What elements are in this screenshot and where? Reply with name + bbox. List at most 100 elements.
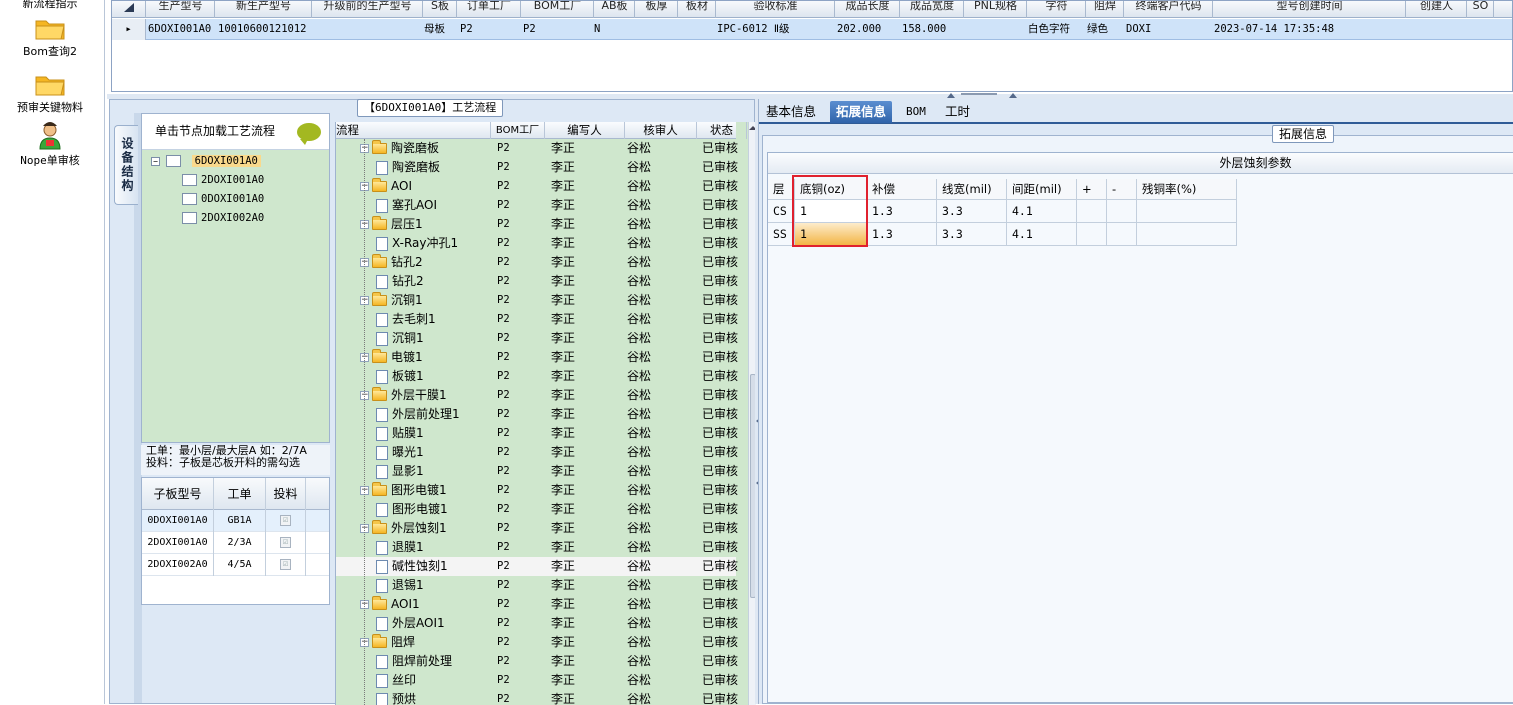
tree-node[interactable]: 2DOXI001A0: [182, 174, 264, 186]
cell-reviewer[interactable]: 谷松: [627, 614, 651, 633]
cell-writer[interactable]: 李正: [551, 367, 575, 386]
table-row[interactable]: −AOI1P2李正谷松已审核: [336, 595, 736, 614]
tab-extended-info[interactable]: 拓展信息: [830, 101, 892, 123]
table-row[interactable]: 去毛刺1P2李正谷松已审核: [336, 310, 736, 329]
cell-solder[interactable]: 绿色: [1087, 19, 1108, 40]
cell-check[interactable]: ☑: [266, 510, 306, 532]
cell-bom-factory[interactable]: P2: [497, 234, 510, 253]
cell-status[interactable]: 已审核: [702, 253, 738, 272]
cell-process[interactable]: 阻焊前处理: [376, 652, 452, 671]
table-row[interactable]: 塞孔AOIP2李正谷松已审核: [336, 196, 736, 215]
nav-item-key-material[interactable]: 预审关键物料: [0, 71, 100, 115]
cell-order-factory[interactable]: P2: [460, 19, 473, 40]
cell-writer[interactable]: 李正: [551, 671, 575, 690]
col-header[interactable]: 升级前的生产型号: [313, 1, 423, 18]
cell-status[interactable]: 已审核: [702, 348, 738, 367]
cell-writer[interactable]: 李正: [551, 348, 575, 367]
table-row[interactable]: 沉铜1P2李正谷松已审核: [336, 329, 736, 348]
cell-reviewer[interactable]: 谷松: [627, 158, 651, 177]
col-header[interactable]: 生产型号: [147, 1, 215, 18]
table-row[interactable]: −陶瓷磨板P2李正谷松已审核: [336, 139, 736, 158]
cell-bom-factory[interactable]: P2: [497, 652, 510, 671]
cell-plus[interactable]: [1077, 223, 1107, 246]
checkbox-icon[interactable]: ☑: [280, 515, 291, 526]
cell-writer[interactable]: 李正: [551, 424, 575, 443]
cell-status[interactable]: 已审核: [702, 139, 738, 158]
col-header[interactable]: 创建人: [1407, 1, 1467, 18]
cell-process[interactable]: −AOI1: [360, 595, 420, 614]
cell-status[interactable]: 已审核: [702, 234, 738, 253]
cell-bom-factory[interactable]: P2: [497, 139, 510, 158]
cell-reviewer[interactable]: 谷松: [627, 576, 651, 595]
cell-reviewer[interactable]: 谷松: [627, 215, 651, 234]
cell-bom-factory[interactable]: P2: [497, 386, 510, 405]
cell-reviewer[interactable]: 谷松: [627, 671, 651, 690]
cell-status[interactable]: 已审核: [702, 614, 738, 633]
cell-bom-factory[interactable]: P2: [497, 614, 510, 633]
cell-status[interactable]: 已审核: [702, 291, 738, 310]
checkbox-icon[interactable]: ☑: [280, 537, 291, 548]
tab-bom[interactable]: BOM: [900, 101, 932, 123]
cell-process[interactable]: −外层干膜1: [360, 386, 447, 405]
cell-writer[interactable]: 李正: [551, 443, 575, 462]
table-row[interactable]: −阻焊P2李正谷松已审核: [336, 633, 736, 652]
collapse-icon[interactable]: −: [151, 157, 160, 166]
table-row[interactable]: −AOIP2李正谷松已审核: [336, 177, 736, 196]
table-row[interactable]: 钻孔2P2李正谷松已审核: [336, 272, 736, 291]
cell-bom-factory[interactable]: P2: [497, 310, 510, 329]
cell-process[interactable]: 外层AOI1: [376, 614, 445, 633]
cell-residual-copper[interactable]: [1137, 223, 1237, 246]
cell-bom-factory[interactable]: P2: [497, 557, 510, 576]
table-row[interactable]: −图形电镀1P2李正谷松已审核: [336, 481, 736, 500]
cell-writer[interactable]: 李正: [551, 405, 575, 424]
nav-item-flow-instruction[interactable]: 新流程指示: [0, 0, 100, 11]
col-header[interactable]: -: [1107, 179, 1137, 200]
cell-layer[interactable]: CS: [768, 200, 795, 223]
cell-process[interactable]: −钻孔2: [360, 253, 423, 272]
cell-reviewer[interactable]: 谷松: [627, 595, 651, 614]
cell-width[interactable]: 158.000: [902, 19, 946, 40]
cell-process[interactable]: −电镀1: [360, 348, 423, 367]
table-row[interactable]: −层压1P2李正谷松已审核: [336, 215, 736, 234]
cell-reviewer[interactable]: 谷松: [627, 329, 651, 348]
table-row[interactable]: 0DOXI001A0 GB1A ☑: [142, 510, 329, 532]
cell-writer[interactable]: 李正: [551, 177, 575, 196]
col-header[interactable]: 核审人: [625, 122, 697, 139]
cell-writer[interactable]: 李正: [551, 272, 575, 291]
cell-model[interactable]: 2DOXI001A0: [142, 532, 214, 554]
col-header[interactable]: BOM工厂: [491, 122, 545, 139]
cell-status[interactable]: 已审核: [702, 367, 738, 386]
cell-process[interactable]: 贴膜1: [376, 424, 424, 443]
col-header[interactable]: 验收标准: [717, 1, 835, 18]
cell-bom-factory[interactable]: P2: [497, 253, 510, 272]
cell-plus[interactable]: [1077, 200, 1107, 223]
table-row[interactable]: X-Ray冲孔1P2李正谷松已审核: [336, 234, 736, 253]
cell-new-model[interactable]: 10010600121012: [218, 19, 307, 40]
cell-bom-factory[interactable]: P2: [497, 500, 510, 519]
cell-char[interactable]: 白色字符: [1028, 19, 1070, 40]
col-header[interactable]: 状态: [697, 122, 747, 139]
table-row[interactable]: 预烘P2李正谷松已审核: [336, 690, 736, 705]
cell-writer[interactable]: 李正: [551, 690, 575, 705]
cell-reviewer[interactable]: 谷松: [627, 367, 651, 386]
cell-reviewer[interactable]: 谷松: [627, 424, 651, 443]
col-header[interactable]: 新生产型号: [216, 1, 312, 18]
col-header[interactable]: BOM工厂: [522, 1, 594, 18]
cell-reviewer[interactable]: 谷松: [627, 386, 651, 405]
table-row[interactable]: −沉铜1P2李正谷松已审核: [336, 291, 736, 310]
col-header[interactable]: 线宽(mil): [937, 179, 1007, 200]
cell-residual-copper[interactable]: [1137, 200, 1237, 223]
cell-length[interactable]: 202.000: [837, 19, 881, 40]
cell-reviewer[interactable]: 谷松: [627, 481, 651, 500]
cell-minus[interactable]: [1107, 223, 1137, 246]
cell-writer[interactable]: 李正: [551, 557, 575, 576]
cell-status[interactable]: 已审核: [702, 500, 738, 519]
table-row[interactable]: −钻孔2P2李正谷松已审核: [336, 253, 736, 272]
cell-writer[interactable]: 李正: [551, 253, 575, 272]
col-header[interactable]: 阻焊: [1087, 1, 1124, 18]
cell-writer[interactable]: 李正: [551, 215, 575, 234]
col-header[interactable]: 层: [768, 179, 795, 200]
table-row[interactable]: −外层干膜1P2李正谷松已审核: [336, 386, 736, 405]
tab-basic-info[interactable]: 基本信息: [760, 101, 822, 123]
table-row[interactable]: 外层AOI1P2李正谷松已审核: [336, 614, 736, 633]
